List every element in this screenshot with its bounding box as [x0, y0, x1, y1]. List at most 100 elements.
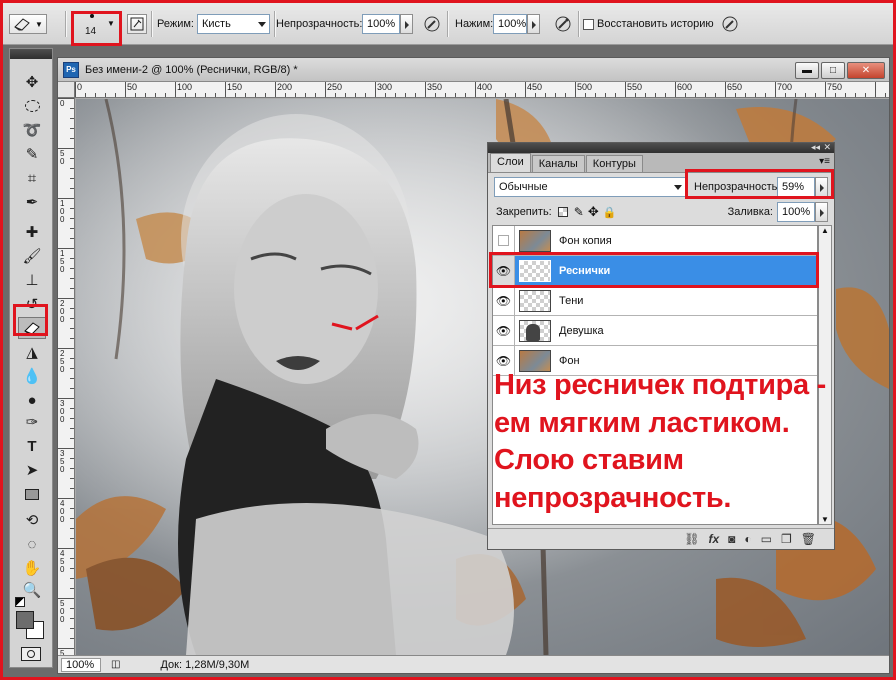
figure-thumbnail	[519, 319, 551, 342]
ruler-tick	[715, 93, 716, 97]
close-panel-icon[interactable]: ✕	[823, 142, 831, 153]
3d-rotate-tool[interactable]: ⟲	[18, 509, 46, 531]
mask-icon[interactable]: ◙	[728, 532, 735, 546]
paint-bucket-tool[interactable]: ◮	[18, 341, 46, 363]
dodge-tool[interactable]: ●	[18, 389, 46, 411]
scroll-up-icon[interactable]: ▲	[821, 226, 829, 235]
eraser-tool[interactable]	[18, 317, 46, 339]
airbrush-button[interactable]	[554, 3, 572, 45]
ruler-tick	[825, 82, 826, 97]
minimize-button[interactable]: ▬	[795, 62, 819, 79]
tab-paths[interactable]: Контуры	[585, 155, 643, 172]
tools-panel-grip[interactable]	[10, 49, 52, 59]
layer-row[interactable]: 👁 Девушка	[493, 316, 817, 346]
brush-tool[interactable]: 🖌	[18, 245, 46, 267]
layer-row-selected[interactable]: 👁 Реснички	[493, 256, 817, 286]
brush-panel-toggle[interactable]	[127, 3, 147, 45]
ruler-tick	[175, 82, 176, 97]
healing-brush-tool[interactable]: ✚	[18, 221, 46, 243]
ruler-label: 4 0 0	[60, 499, 65, 524]
quick-mask-icon[interactable]	[21, 647, 41, 661]
flow-input[interactable]: 100%	[493, 14, 527, 34]
opacity-input[interactable]: 100%	[362, 14, 400, 34]
blur-tool[interactable]: 💧	[18, 365, 46, 387]
lock-transparency-icon[interactable]	[557, 207, 568, 217]
ruler-tick	[805, 93, 806, 97]
eye-icon[interactable]: 👁	[493, 286, 515, 315]
tablet-opacity-button[interactable]	[423, 3, 441, 45]
horizontal-ruler[interactable]: 0 50 100 150 200 250 300 350 400 450 500 550 600 650 7…	[75, 82, 889, 98]
ruler-tick	[70, 168, 74, 169]
lock-position-icon[interactable]: ✥	[588, 204, 599, 220]
hand-tool[interactable]: ✋	[18, 557, 46, 579]
layer-opacity-input[interactable]: 59%	[777, 177, 815, 197]
link-icon[interactable]: ⛓	[684, 532, 699, 546]
document-titlebar[interactable]: Ps Без имени-2 @ 100% (Реснички, RGB/8) …	[58, 58, 889, 82]
ruler-origin[interactable]	[58, 82, 75, 98]
layer-opacity-label: Непрозрачность:	[694, 181, 781, 193]
blend-mode-select[interactable]: Обычные	[494, 177, 686, 197]
tab-layers[interactable]: Слои	[490, 153, 531, 172]
ruler-tick	[70, 328, 74, 329]
ruler-tick	[575, 82, 576, 97]
clone-stamp-tool[interactable]: ⊥	[18, 269, 46, 291]
zoom-level-field[interactable]: 100%	[61, 657, 101, 672]
lock-all-icon[interactable]: 🔒	[603, 206, 617, 219]
lock-pixels-icon[interactable]: ✎	[574, 205, 584, 219]
crop-tool[interactable]: ⌗	[18, 167, 46, 189]
ruler-tick	[115, 93, 116, 97]
new-layer-icon[interactable]: ❐	[781, 532, 792, 546]
history-brush-tool[interactable]: ↺	[18, 293, 46, 315]
ruler-tick	[605, 93, 606, 97]
brush-size-value: 14	[85, 26, 97, 37]
eye-icon[interactable]: 👁	[493, 256, 515, 285]
fx-icon[interactable]: fx	[708, 532, 719, 546]
collapse-icon[interactable]: ◂◂	[811, 142, 820, 153]
path-select-tool[interactable]: ➤	[18, 459, 46, 481]
layer-opacity-slider-toggle[interactable]	[815, 177, 828, 197]
quick-select-tool[interactable]: ✎	[18, 143, 46, 165]
tab-channels[interactable]: Каналы	[531, 155, 585, 172]
ruler-tick	[70, 158, 74, 159]
trash-icon[interactable]: 🗑	[801, 532, 816, 546]
ruler-tick	[70, 378, 74, 379]
layer-row[interactable]: Фон копия	[493, 226, 817, 256]
fill-slider-toggle[interactable]	[815, 202, 828, 222]
opacity-slider-toggle[interactable]	[400, 14, 413, 34]
default-colors-icon[interactable]	[15, 597, 25, 607]
shape-tool[interactable]	[18, 483, 46, 505]
visibility-off-icon[interactable]	[493, 226, 515, 255]
tablet-size-button[interactable]	[721, 3, 739, 45]
foreground-color-swatch[interactable]	[16, 611, 34, 629]
panel-grip[interactable]: ◂◂ ✕	[488, 142, 834, 153]
ruler-tick	[315, 93, 316, 97]
panel-menu-icon[interactable]: ▾≡	[819, 156, 830, 167]
ruler-tick	[885, 93, 886, 97]
ruler-tick	[70, 438, 74, 439]
lasso-icon: ➰	[22, 122, 42, 139]
status-menu-icon[interactable]: ◫	[111, 659, 120, 670]
group-folder-icon[interactable]: ▭	[761, 532, 772, 546]
adjustment-icon[interactable]: ◐	[744, 532, 751, 546]
maximize-button[interactable]: □	[821, 62, 845, 79]
lasso-tool[interactable]: ➰	[18, 119, 46, 141]
tool-preset-picker[interactable]: ▼	[9, 3, 47, 45]
vertical-ruler[interactable]: 0 5 0 1 0 0 1 5 0 2 0 0 2 5 0 3 0 0 3 5 0 4 0 0 4…	[58, 98, 75, 655]
eyedropper-tool[interactable]: ✒	[18, 191, 46, 213]
fill-input[interactable]: 100%	[777, 202, 815, 222]
mode-select[interactable]: Кисть	[197, 14, 270, 34]
restore-history-checkbox[interactable]: Восстановить историю	[583, 3, 714, 45]
close-button[interactable]: ✕	[847, 62, 885, 79]
flow-slider-toggle[interactable]	[527, 14, 540, 34]
brush-size-picker[interactable]: 14 ▼	[73, 3, 121, 45]
ruler-tick	[495, 93, 496, 97]
ruler-tick	[275, 82, 276, 97]
move-tool[interactable]: ✥	[18, 71, 46, 93]
pen-tool[interactable]: ✑	[18, 411, 46, 433]
3d-orbit-tool[interactable]: ◌	[18, 533, 46, 555]
type-tool[interactable]: T	[18, 435, 46, 457]
ruler-tick	[745, 93, 746, 97]
layer-row[interactable]: 👁 Тени	[493, 286, 817, 316]
eye-icon[interactable]: 👁	[493, 316, 515, 345]
marquee-tool[interactable]	[18, 95, 46, 117]
